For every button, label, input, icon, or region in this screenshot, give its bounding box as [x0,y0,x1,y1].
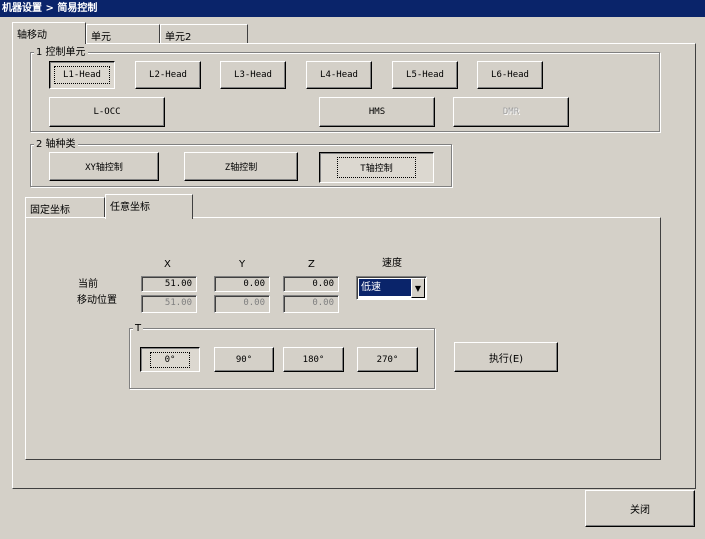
speed-select[interactable]: 低速 ▼ [356,276,427,300]
t-angle-legend: T [133,323,144,334]
x-header: X [164,259,171,270]
z-header: Z [308,259,315,270]
current-y-field: 0.00 [214,276,270,292]
tab-arbitrary-coords[interactable]: 任意坐标 [105,194,193,219]
tab-fixed-coords[interactable]: 固定坐标 [25,197,105,217]
speed-label: 速度 [382,258,402,269]
t-0-label: 0° [149,351,191,368]
t-axis-label: T轴控制 [337,157,416,178]
t-180-button[interactable]: 180° [283,347,344,372]
move-x-field[interactable]: 51.00 [141,295,197,313]
t-0-button[interactable]: 0° [140,347,200,372]
control-unit-legend: 1 控制单元 [34,47,88,58]
z-axis-button[interactable]: Z轴控制 [184,152,298,181]
chevron-down-icon[interactable]: ▼ [411,278,425,298]
xy-axis-button[interactable]: XY轴控制 [49,152,159,181]
t-axis-button[interactable]: T轴控制 [319,152,434,183]
move-y-field[interactable]: 0.00 [214,295,270,313]
window-title: 机器设置 > 简易控制 [0,0,705,17]
t-90-button[interactable]: 90° [214,347,274,372]
l1-head-button[interactable]: L1-Head [49,61,115,89]
move-position-label: 移动位置 [77,295,117,306]
tab-axis-move[interactable]: 轴移动 [12,22,86,44]
hms-button[interactable]: HMS [319,97,435,127]
axis-type-legend: 2 轴种类 [34,139,78,150]
move-z-field[interactable]: 0.00 [283,295,339,313]
speed-value: 低速 [359,279,412,296]
close-button[interactable]: 关闭 [585,490,695,527]
current-x-field: 51.00 [141,276,197,292]
tab-unit[interactable]: 单元 [86,24,160,43]
dmr-button[interactable]: DMR [453,97,569,127]
l3-head-button[interactable]: L3-Head [220,61,286,89]
l1-head-label: L1-Head [54,66,110,84]
y-header: Y [239,259,246,270]
l5-head-button[interactable]: L5-Head [392,61,458,89]
current-label: 当前 [78,279,98,290]
l-occ-button[interactable]: L-OCC [49,97,165,127]
execute-button[interactable]: 执行(E) [454,342,558,372]
l4-head-button[interactable]: L4-Head [306,61,372,89]
l6-head-button[interactable]: L6-Head [477,61,543,89]
tab-unit2[interactable]: 单元2 [160,24,248,43]
l2-head-button[interactable]: L2-Head [135,61,201,89]
current-z-field: 0.00 [283,276,339,292]
t-270-button[interactable]: 270° [357,347,418,372]
